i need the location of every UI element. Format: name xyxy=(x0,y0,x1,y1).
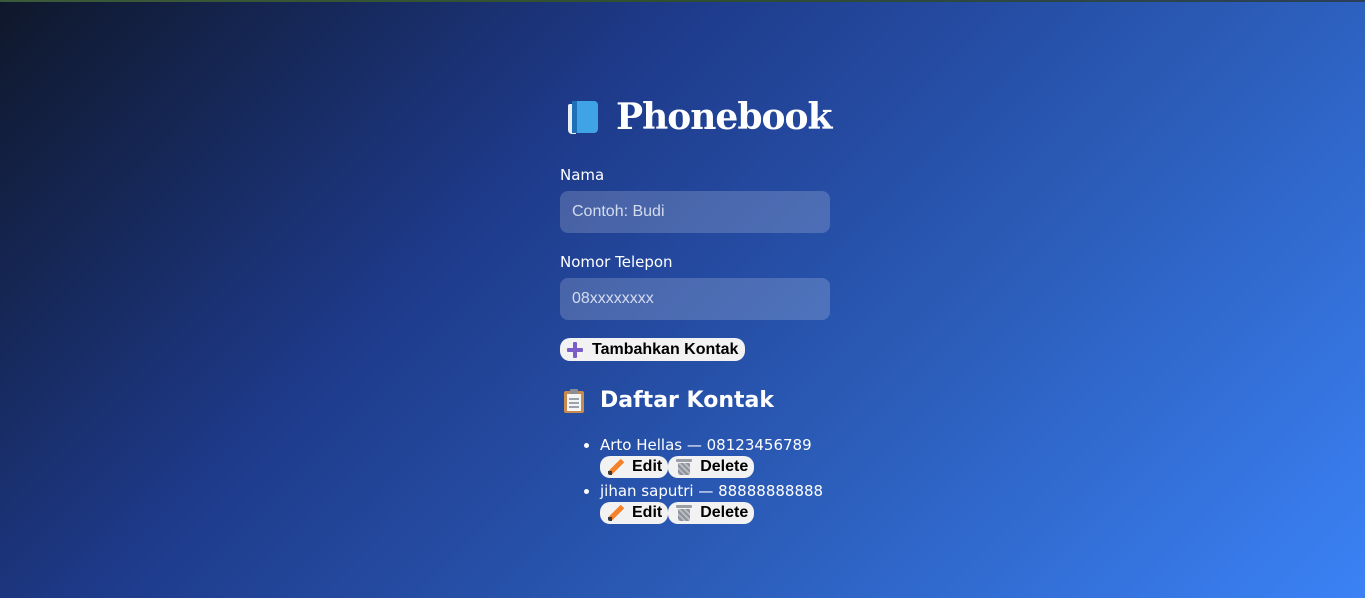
delete-button[interactable]: Delete xyxy=(668,455,755,478)
contact-list-heading-text: Daftar Kontak xyxy=(600,388,774,413)
page-title-text: Phonebook xyxy=(616,96,832,138)
contact-list: Arto Hellas — 08123456789 Edit Delete ji… xyxy=(560,436,860,524)
phone-label: Nomor Telepon xyxy=(560,253,673,271)
wastebasket-icon xyxy=(676,458,693,475)
wastebasket-icon xyxy=(676,504,693,521)
contact-actions: Edit Delete xyxy=(600,501,860,524)
phonebook-app: Phonebook Nama Nomor Telepon Tambahkan K… xyxy=(560,92,860,528)
edit-button[interactable]: Edit xyxy=(600,501,669,524)
pencil-icon xyxy=(608,504,625,521)
phone-input[interactable] xyxy=(560,278,830,320)
contact-text: jihan saputri — 88888888888 xyxy=(600,481,824,500)
delete-button-label: Delete xyxy=(700,503,749,521)
clipboard-icon xyxy=(564,388,584,413)
contact-list-heading: Daftar Kontak xyxy=(564,386,860,416)
edit-button-label: Edit xyxy=(632,457,663,475)
delete-button[interactable]: Delete xyxy=(668,501,755,524)
contact-actions: Edit Delete xyxy=(600,455,860,478)
edit-button-label: Edit xyxy=(632,503,663,521)
add-contact-button[interactable]: Tambahkan Kontak xyxy=(560,338,746,361)
blue-book-icon xyxy=(568,100,598,134)
edit-button[interactable]: Edit xyxy=(600,455,669,478)
plus-icon xyxy=(567,341,583,358)
top-edge-line xyxy=(0,0,1365,2)
name-input[interactable] xyxy=(560,191,830,233)
delete-button-label: Delete xyxy=(700,457,749,475)
name-label: Nama xyxy=(560,166,605,184)
list-item: Arto Hellas — 08123456789 Edit Delete xyxy=(600,436,860,478)
list-item: jihan saputri — 88888888888 Edit Delete xyxy=(600,482,860,524)
page-title: Phonebook xyxy=(568,92,860,142)
contact-text: Arto Hellas — 08123456789 xyxy=(600,435,812,454)
add-contact-button-label: Tambahkan Kontak xyxy=(592,340,739,358)
pencil-icon xyxy=(608,458,625,475)
